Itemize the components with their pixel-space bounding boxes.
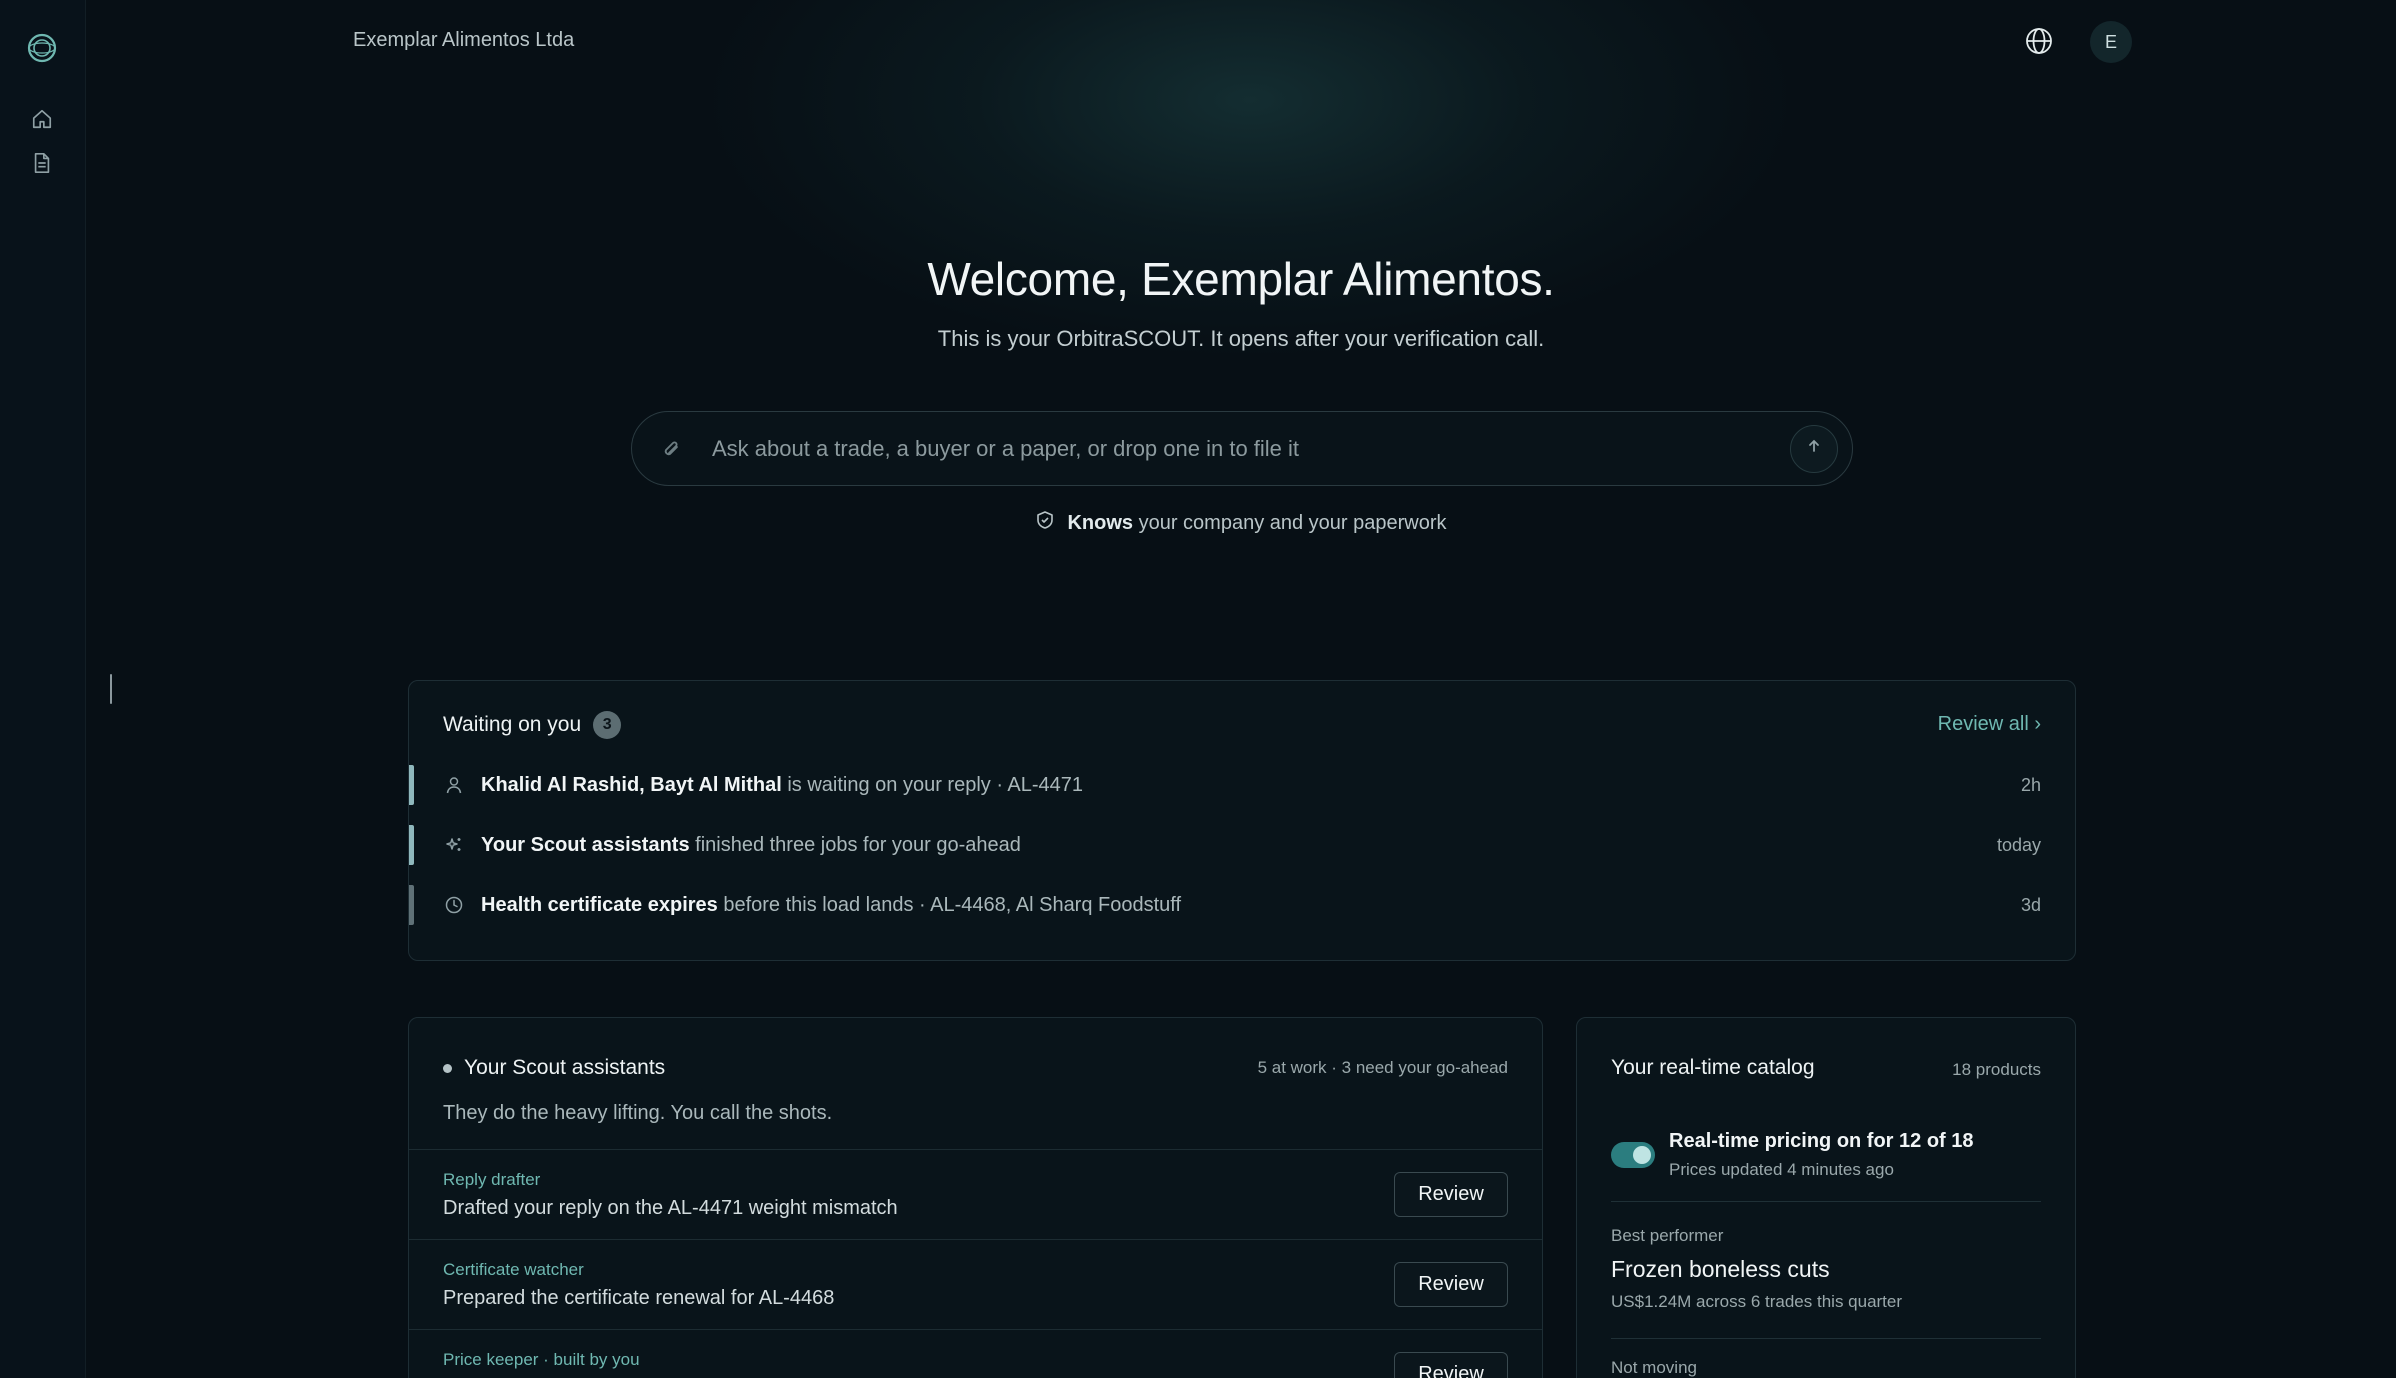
app-root: Exemplar Alimentos Ltda E Welcome, Exemp…	[0, 0, 2396, 1378]
assistant-job: Certificate watcher Prepared the certifi…	[409, 1239, 1542, 1329]
review-all-link[interactable]: Review all ›	[1938, 713, 2041, 736]
waiting-row[interactable]: Khalid Al Rashid, Bayt Al Mithal is wait…	[409, 765, 2075, 805]
not-moving-label: Not moving	[1611, 1358, 1697, 1377]
assistants-subtitle: They do the heavy lifting. You call the …	[443, 1102, 833, 1124]
toggle-knob	[1633, 1146, 1651, 1164]
page-title: Welcome, Exemplar Alimentos.	[927, 253, 1555, 305]
job-role: Price keeper · built by you	[443, 1350, 640, 1369]
job-description: Drafted your reply on the AL-4471 weight…	[443, 1197, 898, 1219]
arrow-up-icon	[1806, 438, 1822, 459]
waiting-row-bold: Your Scout assistants	[481, 833, 690, 856]
review-button[interactable]: Review	[1394, 1262, 1508, 1307]
assistants-header: Your Scout assistants	[443, 1056, 665, 1080]
home-icon[interactable]	[0, 104, 84, 134]
waiting-row-time: today	[1996, 834, 2041, 855]
waiting-row-time: 3d	[2020, 894, 2041, 915]
sidebar-resize-handle[interactable]	[110, 674, 112, 704]
catalog-card: Your real-time catalog 18 products Real-…	[1576, 1017, 2076, 1378]
best-performer-name[interactable]: Frozen boneless cuts	[1611, 1256, 1830, 1283]
waiting-row-time: 2h	[2020, 774, 2041, 795]
best-performer-summary: US$1.24M across 6 trades this quarter	[1611, 1292, 1903, 1311]
realtime-title: Real-time pricing on for 12 of 18	[1669, 1130, 1974, 1152]
realtime-pricing-toggle[interactable]	[1611, 1142, 1655, 1168]
paperclip-icon[interactable]	[662, 438, 702, 460]
assistants-title: Your Scout assistants	[464, 1056, 666, 1079]
assistant-job: Price keeper · built by you Review	[409, 1329, 1542, 1378]
company-name: Exemplar Alimentos Ltda	[353, 29, 575, 51]
waiting-row-bold: Health certificate expires	[481, 893, 718, 916]
status-dot	[443, 1063, 452, 1073]
sparkle-icon	[443, 836, 465, 854]
logo-icon[interactable]	[0, 30, 84, 66]
job-role: Certificate watcher	[443, 1260, 584, 1279]
waiting-row-bold: Khalid Al Rashid, Bayt Al Mithal	[481, 773, 782, 796]
job-role: Reply drafter	[443, 1170, 541, 1189]
ask-bar	[631, 411, 1853, 486]
waiting-row-text: is waiting on your reply · AL-4471	[781, 773, 1084, 796]
row-indicator	[409, 825, 414, 865]
send-button[interactable]	[1790, 424, 1838, 473]
review-button[interactable]: Review	[1394, 1352, 1508, 1378]
catalog-title: Your real-time catalog	[1611, 1056, 1815, 1079]
knows-note: Knows your company and your paperwork	[0, 510, 2396, 536]
ask-input[interactable]	[702, 435, 1790, 462]
best-performer-label: Best performer	[1611, 1226, 1724, 1245]
assistants-meta: 5 at work · 3 need your go-ahead	[1257, 1058, 1508, 1077]
globe-icon[interactable]	[2022, 24, 2056, 58]
waiting-row[interactable]: Health certificate expires before this l…	[409, 885, 2075, 925]
shield-icon	[1035, 510, 1055, 536]
catalog-count: 18 products	[1952, 1060, 2041, 1079]
waiting-header: Waiting on you 3	[443, 711, 622, 739]
waiting-count-badge: 3	[593, 711, 622, 739]
page-subtitle: This is your OrbitraSCOUT. It opens afte…	[937, 326, 1545, 351]
clock-icon	[443, 896, 465, 914]
waiting-row-text: before this load lands · AL-4468, Al Sha…	[717, 893, 1182, 916]
waiting-row-text: finished three jobs for your go-ahead	[689, 833, 1021, 856]
divider	[1611, 1338, 2041, 1339]
waiting-row[interactable]: Your Scout assistants finished three job…	[409, 825, 2075, 865]
review-button[interactable]: Review	[1394, 1172, 1508, 1217]
job-description: Prepared the certificate renewal for AL-…	[443, 1287, 835, 1309]
person-icon	[443, 776, 465, 794]
waiting-title: Waiting on you	[443, 713, 582, 736]
assistant-job: Reply drafter Drafted your reply on the …	[409, 1149, 1542, 1239]
avatar[interactable]: E	[2090, 21, 2132, 63]
realtime-subtitle: Prices updated 4 minutes ago	[1669, 1160, 1894, 1179]
assistants-card: Your Scout assistants 5 at work · 3 need…	[408, 1017, 1543, 1378]
knows-text: your company and your paperwork	[1138, 511, 1447, 534]
waiting-card: Waiting on you 3 Review all › Khalid Al …	[408, 680, 2076, 961]
background-glow	[700, 0, 1800, 360]
divider	[1611, 1201, 2041, 1202]
knows-bold: Knows	[1067, 511, 1134, 534]
sidebar	[0, 0, 86, 1378]
document-icon[interactable]	[0, 148, 84, 178]
row-indicator	[409, 765, 414, 805]
row-indicator	[409, 885, 414, 925]
